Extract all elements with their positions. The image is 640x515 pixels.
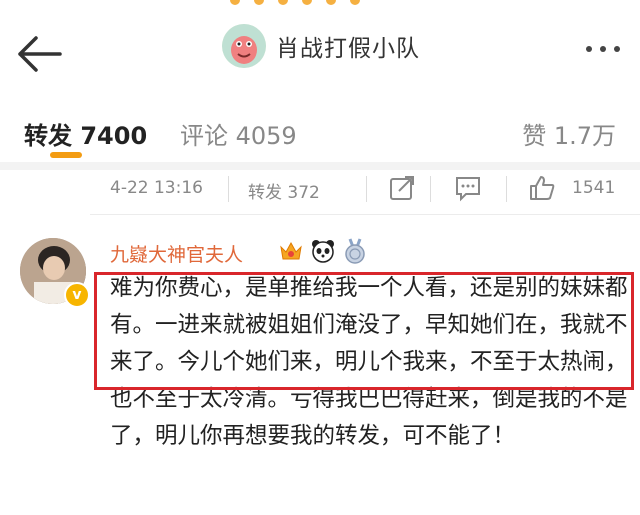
tab-like[interactable]: 赞 1.7万 [522, 116, 616, 151]
tab-bar: 转发 7400 评论 4059 赞 1.7万 [0, 110, 640, 160]
panda-badge-icon [312, 240, 334, 263]
top-bar: 肖战打假小队 [0, 18, 640, 88]
comment-icon[interactable] [454, 174, 482, 202]
thumbs-up-icon[interactable] [528, 174, 556, 202]
medal-badge-icon [345, 238, 365, 264]
back-arrow-icon[interactable] [14, 32, 64, 76]
forward-count[interactable]: 转发 372 [248, 178, 320, 203]
meta-separator [366, 176, 367, 202]
page-title: 肖战打假小队 [276, 36, 420, 62]
user-badges [278, 238, 368, 264]
title-group[interactable]: 肖战打假小队 [222, 24, 420, 68]
comment-username[interactable]: 九嶷大神官夫人 [110, 240, 243, 267]
crown-badge-icon [280, 241, 302, 260]
highlight-box [94, 272, 634, 390]
meta-separator [228, 176, 229, 202]
status-dots [230, 0, 360, 5]
tab-comment[interactable]: 评论 4059 [180, 116, 297, 151]
meta-separator [430, 176, 431, 202]
more-dots-icon[interactable] [586, 46, 620, 52]
account-avatar[interactable] [222, 24, 266, 68]
share-icon[interactable] [388, 174, 416, 202]
meta-separator [506, 176, 507, 202]
like-count: 1541 [572, 178, 616, 198]
verified-badge-icon: v [64, 282, 90, 308]
active-tab-indicator [50, 152, 82, 158]
previous-item-meta: 4-22 13:16 转发 372 1541 [0, 170, 640, 210]
tab-forward[interactable]: 转发 7400 [24, 116, 147, 151]
section-divider [0, 162, 640, 170]
row-divider [90, 214, 640, 215]
timestamp: 4-22 13:16 [110, 178, 203, 198]
